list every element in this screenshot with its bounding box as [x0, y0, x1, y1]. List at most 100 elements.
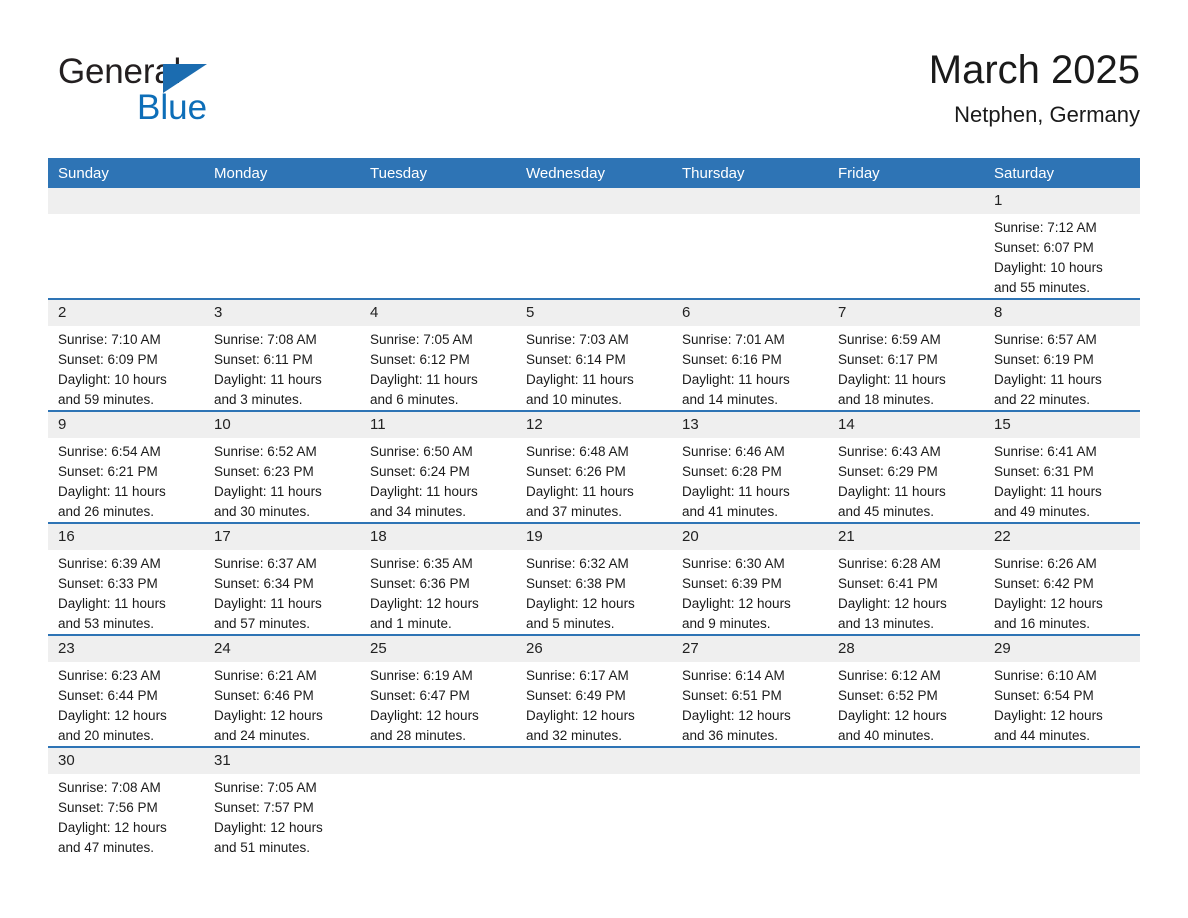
- calendar-day-cell[interactable]: 15 Sunrise: 6:41 AM Sunset: 6:31 PM Dayligh…: [984, 410, 1140, 523]
- sunrise-time: Sunrise: 6:52 AM: [214, 444, 317, 459]
- day-details: Sunrise: 7:03 AM Sunset: 6:14 PM Daylight:…: [516, 326, 672, 410]
- sunset-time: Sunset: 6:54 PM: [994, 688, 1094, 703]
- sunset-time: Sunset: 6:16 PM: [682, 352, 782, 367]
- day-details: Sunrise: 6:50 AM Sunset: 6:24 PM Daylight:…: [360, 438, 516, 522]
- sunset-time: Sunset: 6:47 PM: [370, 688, 470, 703]
- sunrise-time: Sunrise: 6:17 AM: [526, 668, 629, 683]
- day-details: Sunrise: 7:08 AM Sunset: 6:11 PM Daylight:…: [204, 326, 360, 410]
- sunset-time: Sunset: 6:29 PM: [838, 464, 938, 479]
- day-details: Sunrise: 6:54 AM Sunset: 6:21 PM Daylight:…: [48, 438, 204, 522]
- day-details: Sunrise: 6:12 AM Sunset: 6:52 PM Daylight:…: [828, 662, 984, 746]
- daylight-duration-line2: and 13 minutes.: [838, 616, 935, 631]
- day-details: Sunrise: 6:43 AM Sunset: 6:29 PM Daylight:…: [828, 438, 984, 522]
- calendar-page: General Blue March 2025 Netphen, Germany…: [0, 0, 1188, 918]
- weekday-header-sunday: Sunday: [48, 158, 204, 188]
- daylight-duration-line2: and 53 minutes.: [58, 616, 155, 631]
- day-number-band-empty: [672, 188, 828, 214]
- sunrise-time: Sunrise: 7:05 AM: [370, 332, 473, 347]
- calendar-body: 1 Sunrise: 7:12 AM Sunset: 6:07 PM Daylight…: [48, 188, 1140, 858]
- calendar-day-cell[interactable]: 14 Sunrise: 6:43 AM Sunset: 6:29 PM Dayligh…: [828, 410, 984, 523]
- calendar-day-cell[interactable]: 19 Sunrise: 6:32 AM Sunset: 6:38 PM Dayligh…: [516, 522, 672, 635]
- sunrise-time: Sunrise: 7:08 AM: [214, 332, 317, 347]
- daylight-duration-line2: and 45 minutes.: [838, 504, 935, 519]
- calendar-day-cell[interactable]: 8 Sunrise: 6:57 AM Sunset: 6:19 PM Daylight…: [984, 298, 1140, 411]
- calendar-day-cell[interactable]: 6 Sunrise: 7:01 AM Sunset: 6:16 PM Daylight…: [672, 298, 828, 411]
- calendar-header-row: Sunday Monday Tuesday Wednesday Thursday…: [48, 158, 1140, 188]
- daylight-duration-line2: and 44 minutes.: [994, 728, 1091, 743]
- calendar-day-cell[interactable]: 31 Sunrise: 7:05 AM Sunset: 7:57 PM Dayligh…: [204, 746, 360, 858]
- calendar-day-cell[interactable]: 29 Sunrise: 6:10 AM Sunset: 6:54 PM Dayligh…: [984, 634, 1140, 747]
- sunset-time: Sunset: 6:52 PM: [838, 688, 938, 703]
- sunrise-time: Sunrise: 6:26 AM: [994, 556, 1097, 571]
- calendar-day-cell[interactable]: 18 Sunrise: 6:35 AM Sunset: 6:36 PM Dayligh…: [360, 522, 516, 635]
- calendar-day-cell[interactable]: 27 Sunrise: 6:14 AM Sunset: 6:51 PM Dayligh…: [672, 634, 828, 747]
- sunrise-time: Sunrise: 6:14 AM: [682, 668, 785, 683]
- sunset-time: Sunset: 6:39 PM: [682, 576, 782, 591]
- calendar-day-cell[interactable]: 22 Sunrise: 6:26 AM Sunset: 6:42 PM Dayligh…: [984, 522, 1140, 635]
- day-number: 28: [828, 636, 984, 662]
- daylight-duration-line1: Daylight: 12 hours: [58, 708, 167, 723]
- daylight-duration-line1: Daylight: 12 hours: [526, 596, 635, 611]
- day-number: 4: [360, 300, 516, 326]
- calendar-day-cell[interactable]: 16 Sunrise: 6:39 AM Sunset: 6:33 PM Dayligh…: [48, 522, 204, 635]
- sunrise-time: Sunrise: 6:10 AM: [994, 668, 1097, 683]
- day-number: 19: [516, 524, 672, 550]
- calendar-day-cell[interactable]: 26 Sunrise: 6:17 AM Sunset: 6:49 PM Dayligh…: [516, 634, 672, 747]
- calendar-day-cell[interactable]: 7 Sunrise: 6:59 AM Sunset: 6:17 PM Daylight…: [828, 298, 984, 411]
- sunset-time: Sunset: 6:36 PM: [370, 576, 470, 591]
- day-number-band-empty: [516, 188, 672, 214]
- calendar-week-row: 16 Sunrise: 6:39 AM Sunset: 6:33 PM Dayligh…: [48, 522, 1140, 635]
- calendar-day-cell[interactable]: 21 Sunrise: 6:28 AM Sunset: 6:41 PM Dayligh…: [828, 522, 984, 635]
- day-details: Sunrise: 6:39 AM Sunset: 6:33 PM Daylight:…: [48, 550, 204, 634]
- daylight-duration-line1: Daylight: 11 hours: [682, 372, 790, 387]
- day-number: 22: [984, 524, 1140, 550]
- calendar-day-cell[interactable]: 25 Sunrise: 6:19 AM Sunset: 6:47 PM Dayligh…: [360, 634, 516, 747]
- day-number: 16: [48, 524, 204, 550]
- calendar-day-cell[interactable]: 4 Sunrise: 7:05 AM Sunset: 6:12 PM Daylight…: [360, 298, 516, 411]
- daylight-duration-line1: Daylight: 11 hours: [682, 484, 790, 499]
- calendar-day-cell[interactable]: 2 Sunrise: 7:10 AM Sunset: 6:09 PM Daylight…: [48, 298, 204, 411]
- sunset-time: Sunset: 6:34 PM: [214, 576, 314, 591]
- calendar-day-cell[interactable]: 9 Sunrise: 6:54 AM Sunset: 6:21 PM Daylight…: [48, 410, 204, 523]
- day-number: 13: [672, 412, 828, 438]
- calendar-day-cell[interactable]: 11 Sunrise: 6:50 AM Sunset: 6:24 PM Dayligh…: [360, 410, 516, 523]
- daylight-duration-line2: and 3 minutes.: [214, 392, 303, 407]
- sunrise-time: Sunrise: 7:01 AM: [682, 332, 785, 347]
- daylight-duration-line2: and 10 minutes.: [526, 392, 623, 407]
- daylight-duration-line1: Daylight: 12 hours: [370, 596, 479, 611]
- day-number-band-empty: [204, 188, 360, 214]
- general-blue-logo: General Blue: [58, 52, 318, 142]
- daylight-duration-line1: Daylight: 12 hours: [682, 708, 791, 723]
- day-number: 30: [48, 748, 204, 774]
- day-details: Sunrise: 6:57 AM Sunset: 6:19 PM Daylight:…: [984, 326, 1140, 410]
- day-details: Sunrise: 6:21 AM Sunset: 6:46 PM Daylight:…: [204, 662, 360, 746]
- calendar-day-cell[interactable]: 3 Sunrise: 7:08 AM Sunset: 6:11 PM Daylight…: [204, 298, 360, 411]
- day-number: 31: [204, 748, 360, 774]
- sunset-time: Sunset: 6:28 PM: [682, 464, 782, 479]
- calendar-day-cell[interactable]: 5 Sunrise: 7:03 AM Sunset: 6:14 PM Daylight…: [516, 298, 672, 411]
- daylight-duration-line1: Daylight: 11 hours: [370, 484, 478, 499]
- day-number: 29: [984, 636, 1140, 662]
- day-details: Sunrise: 6:10 AM Sunset: 6:54 PM Daylight:…: [984, 662, 1140, 746]
- calendar-day-cell[interactable]: 1 Sunrise: 7:12 AM Sunset: 6:07 PM Daylight…: [984, 188, 1140, 299]
- day-number-band-empty: [828, 748, 984, 774]
- sunrise-time: Sunrise: 6:43 AM: [838, 444, 941, 459]
- calendar-day-cell[interactable]: 23 Sunrise: 6:23 AM Sunset: 6:44 PM Dayligh…: [48, 634, 204, 747]
- day-number: 27: [672, 636, 828, 662]
- calendar-day-cell[interactable]: 20 Sunrise: 6:30 AM Sunset: 6:39 PM Dayligh…: [672, 522, 828, 635]
- calendar-day-cell[interactable]: 13 Sunrise: 6:46 AM Sunset: 6:28 PM Dayligh…: [672, 410, 828, 523]
- calendar-day-cell[interactable]: 28 Sunrise: 6:12 AM Sunset: 6:52 PM Dayligh…: [828, 634, 984, 747]
- sunset-time: Sunset: 6:21 PM: [58, 464, 158, 479]
- day-details: Sunrise: 7:01 AM Sunset: 6:16 PM Daylight:…: [672, 326, 828, 410]
- daylight-duration-line1: Daylight: 12 hours: [682, 596, 791, 611]
- calendar-day-cell[interactable]: 30 Sunrise: 7:08 AM Sunset: 7:56 PM Dayligh…: [48, 746, 204, 858]
- sunrise-time: Sunrise: 6:32 AM: [526, 556, 629, 571]
- sunset-time: Sunset: 6:41 PM: [838, 576, 938, 591]
- calendar-cell-empty: [828, 746, 984, 858]
- calendar-day-cell[interactable]: 10 Sunrise: 6:52 AM Sunset: 6:23 PM Dayligh…: [204, 410, 360, 523]
- calendar-day-cell[interactable]: 17 Sunrise: 6:37 AM Sunset: 6:34 PM Dayligh…: [204, 522, 360, 635]
- calendar-day-cell[interactable]: 12 Sunrise: 6:48 AM Sunset: 6:26 PM Dayligh…: [516, 410, 672, 523]
- sunrise-time: Sunrise: 6:35 AM: [370, 556, 473, 571]
- calendar-day-cell[interactable]: 24 Sunrise: 6:21 AM Sunset: 6:46 PM Dayligh…: [204, 634, 360, 747]
- sunrise-time: Sunrise: 6:12 AM: [838, 668, 941, 683]
